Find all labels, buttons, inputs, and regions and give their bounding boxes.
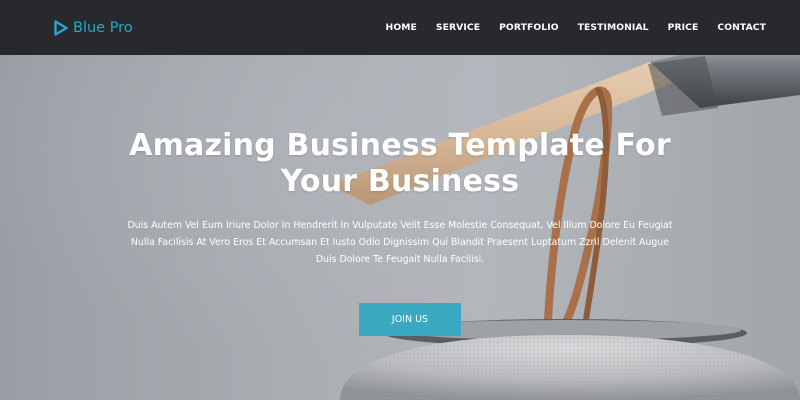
nav-item-price[interactable]: PRICE xyxy=(668,22,699,33)
nav-item-portfolio[interactable]: PORTFOLIO xyxy=(499,22,559,33)
nav-item-service[interactable]: SERVICE xyxy=(436,22,480,33)
main-nav: HOME SERVICE PORTFOLIO TESTIMONIAL PRICE… xyxy=(386,22,766,33)
hero-content: Amazing Business Template For Your Busin… xyxy=(120,128,680,268)
brand-logo[interactable]: Blue Pro xyxy=(54,20,133,36)
top-navbar: Blue Pro HOME SERVICE PORTFOLIO TESTIMON… xyxy=(0,0,800,55)
hero-title: Amazing Business Template For Your Busin… xyxy=(129,128,671,199)
nav-item-home[interactable]: HOME xyxy=(386,22,417,33)
hero-description: Duis Autem Vel Eum Iriure Dolor In Hendr… xyxy=(127,220,673,265)
nav-item-testimonial[interactable]: TESTIMONIAL xyxy=(578,22,649,33)
play-triangle-icon xyxy=(54,19,68,36)
brand-name: Blue Pro xyxy=(73,19,133,36)
nav-item-contact[interactable]: CONTACT xyxy=(717,22,766,33)
join-us-button[interactable]: JOIN US xyxy=(359,303,461,336)
